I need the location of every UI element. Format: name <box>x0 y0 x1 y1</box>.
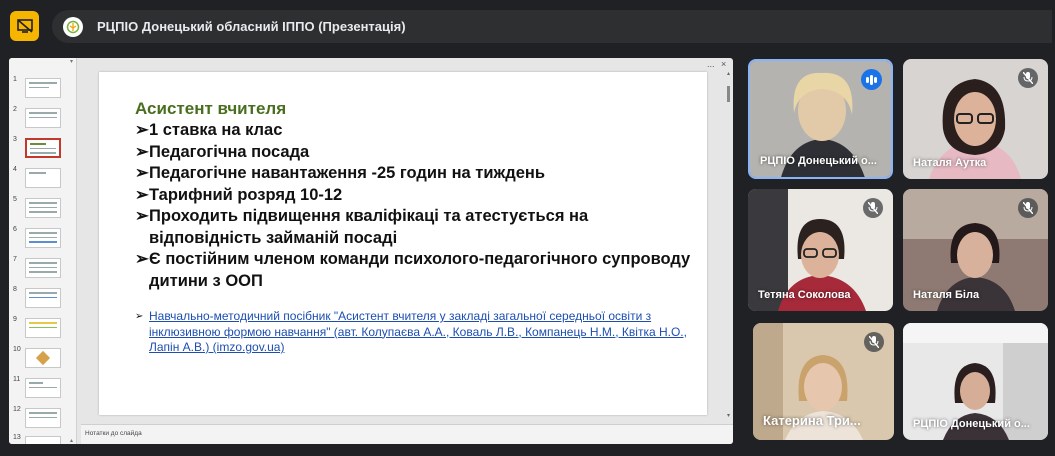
arrow-bullet-icon: ➢ <box>135 207 149 225</box>
participant-name: РЦПІО Донецький о... <box>760 155 877 167</box>
slide-thumbnail[interactable]: 2 <box>9 106 77 130</box>
mic-off-icon <box>1018 68 1038 88</box>
bullet-item: ➢ Тарифний розряд 10-12 <box>135 185 705 207</box>
top-bar: РЦПІО Донецький обласний ІППО (Презентац… <box>0 0 1055 52</box>
participant-tile[interactable]: РЦПІО Донецький о... <box>748 59 893 179</box>
slide-notes-field[interactable]: Нотатки до слайда <box>81 424 733 444</box>
presentation-title: РЦПІО Донецький обласний ІППО (Презентац… <box>97 19 406 34</box>
slide-bullet-list: ➢ 1 ставка на клас ➢ Педагогічна посада ➢ П… <box>135 120 705 292</box>
slide-thumbnail[interactable]: 12 <box>9 406 77 430</box>
bullet-item: ➢ Педагогічна посада <box>135 142 705 164</box>
resource-link-item: ➢ Навчально-методичний посібник "Асистен… <box>135 309 695 356</box>
thumbnail-scrollbar[interactable] <box>69 60 74 442</box>
slide-thumbnail[interactable]: 11 <box>9 376 77 400</box>
participant-tile[interactable]: Катерина Три... <box>753 323 894 440</box>
shared-presentation-window: 1 2 3 4 5 6 7 8 9 10 11 12 13 ... × Асис… <box>9 58 733 444</box>
presentation-title-bar: РЦПІО Донецький обласний ІППО (Презентац… <box>52 10 1052 43</box>
slide-thumbnail[interactable]: 4 <box>9 166 77 190</box>
bullet-item: ➢ Є постійним членом команди психолого-пе… <box>135 249 705 292</box>
participant-name: Катерина Три... <box>763 413 861 428</box>
participant-tile[interactable]: Наталя Біла <box>903 189 1048 311</box>
participant-tile[interactable]: Тетяна Соколова <box>748 189 893 311</box>
participant-tile[interactable]: РЦПІО Донецький о... <box>903 323 1048 440</box>
participant-name: Тетяна Соколова <box>758 289 851 301</box>
mic-off-icon <box>864 332 884 352</box>
slide-thumbnail[interactable]: 5 <box>9 196 77 220</box>
resource-link[interactable]: Навчально-методичний посібник "Асистент … <box>149 309 695 356</box>
slide-thumbnail-panel[interactable]: 1 2 3 4 5 6 7 8 9 10 11 12 13 <box>9 58 77 444</box>
slide-thumbnail[interactable]: 6 <box>9 226 77 250</box>
slide-editor: ... × Асистент вчителя ➢ 1 ставка на клас… <box>81 58 733 444</box>
stop-presenting-button[interactable] <box>10 11 39 41</box>
arrow-bullet-icon: ➢ <box>135 185 149 204</box>
slide-thumbnail[interactable]: 10 <box>9 346 77 370</box>
slide-title: Асистент вчителя <box>135 99 287 118</box>
bullet-item: ➢ 1 ставка на клас <box>135 120 705 142</box>
slide-scrollbar[interactable] <box>726 72 731 417</box>
arrow-bullet-icon: ➢ <box>135 164 149 182</box>
participant-name: Наталя Біла <box>913 289 980 301</box>
stop-presenting-icon <box>16 19 33 33</box>
slide-thumbnail[interactable]: 7 <box>9 256 77 280</box>
mic-off-icon <box>863 198 883 218</box>
participant-name: Наталя Аутка <box>913 157 987 169</box>
slide-thumbnail[interactable]: 8 <box>9 286 77 310</box>
more-options-icon[interactable]: ... <box>707 59 715 69</box>
current-slide: Асистент вчителя ➢ 1 ставка на клас ➢ Педа… <box>99 72 707 415</box>
bullet-item: ➢ Педагогічне навантаження -25 годин на т… <box>135 163 705 185</box>
bullet-item: ➢ Проходить підвищення кваліфікаці та ате… <box>135 206 705 249</box>
arrow-bullet-icon: ➢ <box>135 121 149 139</box>
speaking-indicator-icon <box>861 69 882 90</box>
arrow-bullet-icon: ➢ <box>135 142 149 161</box>
close-icon[interactable]: × <box>721 59 726 69</box>
participant-tile[interactable]: Наталя Аутка <box>903 59 1048 179</box>
arrow-bullet-icon: ➢ <box>135 250 149 268</box>
slide-thumbnail[interactable]: 1 <box>9 76 77 100</box>
participant-name: РЦПІО Донецький о... <box>913 418 1030 430</box>
arrow-bullet-icon: ➢ <box>135 311 144 322</box>
org-logo <box>63 16 83 37</box>
mic-off-icon <box>1018 198 1038 218</box>
slide-thumbnail[interactable]: 9 <box>9 316 77 340</box>
slide-thumbnail-selected[interactable]: 3 <box>9 136 77 160</box>
slide-thumbnail[interactable]: 13 <box>9 434 77 444</box>
